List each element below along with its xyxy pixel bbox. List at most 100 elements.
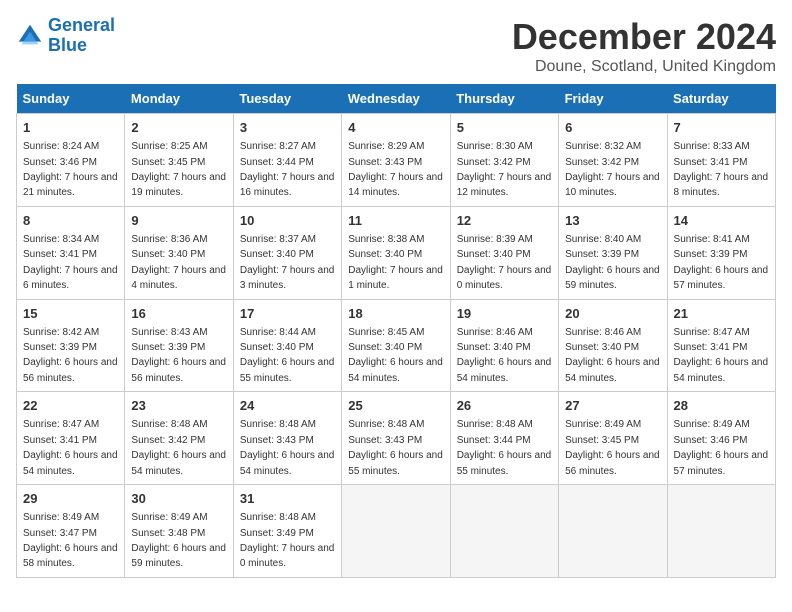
day-number: 23 (131, 397, 226, 415)
col-friday: Friday (559, 84, 667, 114)
sunrise-text: Sunrise: 8:24 AMSunset: 3:46 PMDaylight:… (23, 141, 118, 198)
table-row: 31 Sunrise: 8:48 AMSunset: 3:49 PMDayligh… (233, 485, 341, 578)
logo-text: General Blue (48, 16, 115, 56)
day-number: 1 (23, 119, 118, 137)
day-number: 20 (565, 305, 660, 323)
sunrise-text: Sunrise: 8:33 AMSunset: 3:41 PMDaylight:… (674, 141, 769, 198)
calendar-week-row: 8Sunrise: 8:34 AMSunset: 3:41 PMDaylight… (17, 206, 776, 299)
table-row (559, 485, 667, 578)
col-monday: Monday (125, 84, 233, 114)
table-row: 22Sunrise: 8:47 AMSunset: 3:41 PMDayligh… (17, 392, 125, 485)
day-number: 28 (674, 397, 769, 415)
day-number: 7 (674, 119, 769, 137)
table-row (667, 485, 775, 578)
sunrise-text: Sunrise: 8:48 AMSunset: 3:49 PMDaylight:… (240, 512, 335, 569)
day-number: 17 (240, 305, 335, 323)
day-number: 10 (240, 212, 335, 230)
day-number: 3 (240, 119, 335, 137)
table-row: 19 Sunrise: 8:46 AMSunset: 3:40 PMDayligh… (450, 299, 558, 392)
day-number: 19 (457, 305, 552, 323)
logo: General Blue (16, 16, 115, 56)
sunrise-text: Sunrise: 8:48 AMSunset: 3:43 PMDaylight:… (348, 419, 443, 476)
day-number: 31 (240, 490, 335, 508)
calendar-table: Sunday Monday Tuesday Wednesday Thursday… (16, 84, 776, 578)
sunrise-text: Sunrise: 8:47 AMSunset: 3:41 PMDaylight:… (674, 327, 769, 384)
table-row: 25 Sunrise: 8:48 AMSunset: 3:43 PMDayligh… (342, 392, 450, 485)
table-row: 14 Sunrise: 8:41 AMSunset: 3:39 PMDayligh… (667, 206, 775, 299)
location-subtitle: Doune, Scotland, United Kingdom (512, 58, 776, 76)
col-saturday: Saturday (667, 84, 775, 114)
table-row: 17 Sunrise: 8:44 AMSunset: 3:40 PMDayligh… (233, 299, 341, 392)
calendar-week-row: 22Sunrise: 8:47 AMSunset: 3:41 PMDayligh… (17, 392, 776, 485)
day-number: 9 (131, 212, 226, 230)
sunrise-text: Sunrise: 8:41 AMSunset: 3:39 PMDaylight:… (674, 234, 769, 291)
sunrise-text: Sunrise: 8:46 AMSunset: 3:40 PMDaylight:… (565, 327, 660, 384)
sunrise-text: Sunrise: 8:46 AMSunset: 3:40 PMDaylight:… (457, 327, 552, 384)
table-row: 7 Sunrise: 8:33 AMSunset: 3:41 PMDaylight… (667, 114, 775, 207)
sunrise-text: Sunrise: 8:49 AMSunset: 3:45 PMDaylight:… (565, 419, 660, 476)
day-number: 14 (674, 212, 769, 230)
table-row: 23 Sunrise: 8:48 AMSunset: 3:42 PMDayligh… (125, 392, 233, 485)
day-number: 21 (674, 305, 769, 323)
day-number: 27 (565, 397, 660, 415)
sunrise-text: Sunrise: 8:36 AMSunset: 3:40 PMDaylight:… (131, 234, 226, 291)
sunrise-text: Sunrise: 8:30 AMSunset: 3:42 PMDaylight:… (457, 141, 552, 198)
day-number: 6 (565, 119, 660, 137)
table-row: 4 Sunrise: 8:29 AMSunset: 3:43 PMDaylight… (342, 114, 450, 207)
col-wednesday: Wednesday (342, 84, 450, 114)
table-row: 29Sunrise: 8:49 AMSunset: 3:47 PMDayligh… (17, 485, 125, 578)
day-number: 11 (348, 212, 443, 230)
table-row: 12 Sunrise: 8:39 AMSunset: 3:40 PMDayligh… (450, 206, 558, 299)
sunrise-text: Sunrise: 8:42 AMSunset: 3:39 PMDaylight:… (23, 327, 118, 384)
day-number: 13 (565, 212, 660, 230)
sunrise-text: Sunrise: 8:38 AMSunset: 3:40 PMDaylight:… (348, 234, 443, 291)
calendar-week-row: 15 Sunrise: 8:42 AMSunset: 3:39 PMDayligh… (17, 299, 776, 392)
calendar-week-row: 1 Sunrise: 8:24 AMSunset: 3:46 PMDaylight… (17, 114, 776, 207)
table-row: 1 Sunrise: 8:24 AMSunset: 3:46 PMDaylight… (17, 114, 125, 207)
sunrise-text: Sunrise: 8:29 AMSunset: 3:43 PMDaylight:… (348, 141, 443, 198)
day-number: 18 (348, 305, 443, 323)
table-row: 20 Sunrise: 8:46 AMSunset: 3:40 PMDayligh… (559, 299, 667, 392)
table-row (450, 485, 558, 578)
sunrise-text: Sunrise: 8:48 AMSunset: 3:42 PMDaylight:… (131, 419, 226, 476)
sunrise-text: Sunrise: 8:40 AMSunset: 3:39 PMDaylight:… (565, 234, 660, 291)
calendar-week-row: 29Sunrise: 8:49 AMSunset: 3:47 PMDayligh… (17, 485, 776, 578)
day-number: 5 (457, 119, 552, 137)
sunrise-text: Sunrise: 8:25 AMSunset: 3:45 PMDaylight:… (131, 141, 226, 198)
table-row: 10Sunrise: 8:37 AMSunset: 3:40 PMDayligh… (233, 206, 341, 299)
calendar-header-row: Sunday Monday Tuesday Wednesday Thursday… (17, 84, 776, 114)
table-row: 6 Sunrise: 8:32 AMSunset: 3:42 PMDaylight… (559, 114, 667, 207)
page-container: General Blue December 2024 Doune, Scotla… (16, 16, 776, 578)
table-row: 27 Sunrise: 8:49 AMSunset: 3:45 PMDayligh… (559, 392, 667, 485)
day-number: 15 (23, 305, 118, 323)
day-number: 4 (348, 119, 443, 137)
sunrise-text: Sunrise: 8:44 AMSunset: 3:40 PMDaylight:… (240, 327, 335, 384)
day-number: 25 (348, 397, 443, 415)
table-row: 11 Sunrise: 8:38 AMSunset: 3:40 PMDayligh… (342, 206, 450, 299)
sunrise-text: Sunrise: 8:49 AMSunset: 3:47 PMDaylight:… (23, 512, 118, 569)
table-row: 26 Sunrise: 8:48 AMSunset: 3:44 PMDayligh… (450, 392, 558, 485)
table-row: 3Sunrise: 8:27 AMSunset: 3:44 PMDaylight… (233, 114, 341, 207)
day-number: 26 (457, 397, 552, 415)
table-row: 18Sunrise: 8:45 AMSunset: 3:40 PMDayligh… (342, 299, 450, 392)
table-row: 13 Sunrise: 8:40 AMSunset: 3:39 PMDayligh… (559, 206, 667, 299)
sunrise-text: Sunrise: 8:48 AMSunset: 3:43 PMDaylight:… (240, 419, 335, 476)
table-row: 28 Sunrise: 8:49 AMSunset: 3:46 PMDayligh… (667, 392, 775, 485)
col-tuesday: Tuesday (233, 84, 341, 114)
sunrise-text: Sunrise: 8:49 AMSunset: 3:46 PMDaylight:… (674, 419, 769, 476)
sunrise-text: Sunrise: 8:48 AMSunset: 3:44 PMDaylight:… (457, 419, 552, 476)
table-row (342, 485, 450, 578)
day-number: 12 (457, 212, 552, 230)
col-sunday: Sunday (17, 84, 125, 114)
day-number: 24 (240, 397, 335, 415)
day-number: 16 (131, 305, 226, 323)
month-title: December 2024 (512, 16, 776, 58)
table-row: 30Sunrise: 8:49 AMSunset: 3:48 PMDayligh… (125, 485, 233, 578)
title-block: December 2024 Doune, Scotland, United Ki… (512, 16, 776, 76)
day-number: 22 (23, 397, 118, 415)
table-row: 9 Sunrise: 8:36 AMSunset: 3:40 PMDaylight… (125, 206, 233, 299)
sunrise-text: Sunrise: 8:39 AMSunset: 3:40 PMDaylight:… (457, 234, 552, 291)
table-row: 16Sunrise: 8:43 AMSunset: 3:39 PMDayligh… (125, 299, 233, 392)
sunrise-text: Sunrise: 8:32 AMSunset: 3:42 PMDaylight:… (565, 141, 660, 198)
table-row: 2Sunrise: 8:25 AMSunset: 3:45 PMDaylight… (125, 114, 233, 207)
